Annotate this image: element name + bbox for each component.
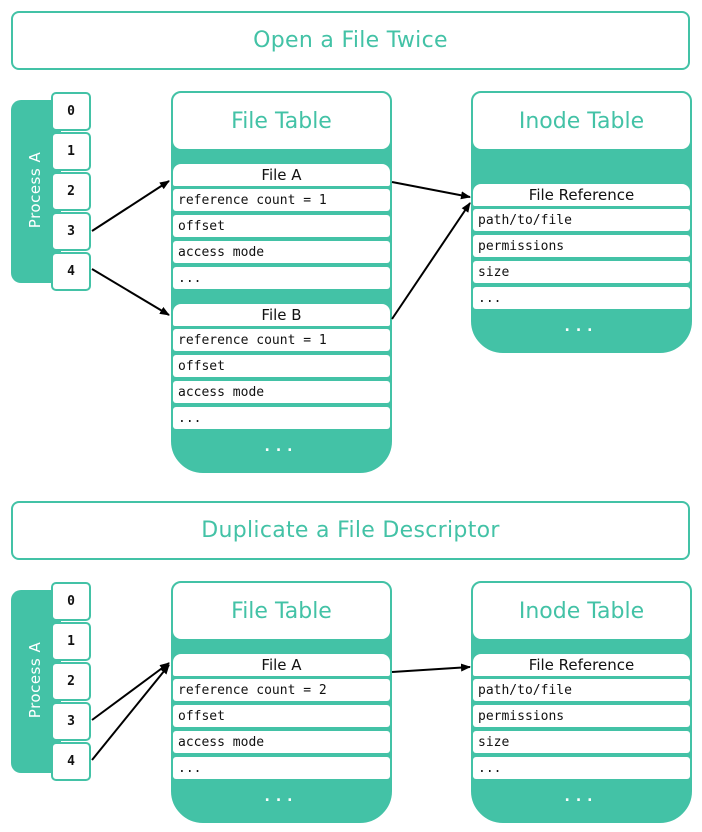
inode-table-more-indicator: ... xyxy=(564,789,599,805)
file-table-panel-1: File Table File A reference count = 1 of… xyxy=(171,91,392,473)
inode-row-permissions: permissions xyxy=(473,235,690,257)
file-table-panel-2: File Table File A reference count = 2 of… xyxy=(171,581,392,823)
inode-row-more: ... xyxy=(473,757,690,779)
file-a-row-more: ... xyxy=(173,267,390,289)
file-b-row-access-mode: access mode xyxy=(173,381,390,403)
fd-3[interactable]: 3 xyxy=(51,212,91,251)
inode-table-title: Inode Table xyxy=(473,583,690,639)
fd-4[interactable]: 4 xyxy=(51,252,91,291)
file-reference-header[interactable]: File Reference xyxy=(473,654,690,676)
inode-table-panel-1: Inode Table File Reference path/to/file … xyxy=(471,91,692,353)
arrow-file-b-to-inode xyxy=(391,202,471,320)
arrow-fd4-to-file-b xyxy=(91,268,170,316)
inode-table-more-indicator: ... xyxy=(564,319,599,335)
arrow-fd3-to-file-a xyxy=(91,180,170,232)
inode-row-permissions: permissions xyxy=(473,705,690,727)
inode-table-panel-2: Inode Table File Reference path/to/file … xyxy=(471,581,692,823)
arrow-fd4-to-file-a xyxy=(91,664,170,761)
inode-row-size: size xyxy=(473,731,690,753)
file-a-row-access-mode: access mode xyxy=(173,731,390,753)
section-title-duplicate-fd: Duplicate a File Descriptor xyxy=(11,501,690,560)
inode-row-path: path/to/file xyxy=(473,209,690,231)
arrow-file-a-to-inode xyxy=(391,663,471,673)
fd-1[interactable]: 1 xyxy=(51,132,91,171)
file-b-row-offset: offset xyxy=(173,355,390,377)
arrow-file-a-to-inode xyxy=(391,181,471,200)
file-b-row-more: ... xyxy=(173,407,390,429)
section-title-open-twice: Open a File Twice xyxy=(11,11,690,70)
fd-3[interactable]: 3 xyxy=(51,702,91,741)
file-reference-header[interactable]: File Reference xyxy=(473,184,690,206)
arrow-fd3-to-file-a xyxy=(91,662,170,721)
fd-0[interactable]: 0 xyxy=(51,92,91,131)
file-table-more-indicator: ... xyxy=(264,439,299,455)
file-a-row-offset: offset xyxy=(173,705,390,727)
fd-1[interactable]: 1 xyxy=(51,622,91,661)
file-b-row-refcount: reference count = 1 xyxy=(173,329,390,351)
file-entry-a-header[interactable]: File A xyxy=(173,164,390,186)
file-a-row-refcount: reference count = 2 xyxy=(173,679,390,701)
inode-row-more: ... xyxy=(473,287,690,309)
process-a-label: Process A xyxy=(26,641,44,719)
file-table-more-indicator: ... xyxy=(264,789,299,805)
file-table-title: File Table xyxy=(173,93,390,149)
file-a-row-offset: offset xyxy=(173,215,390,237)
inode-row-size: size xyxy=(473,261,690,283)
file-a-row-more: ... xyxy=(173,757,390,779)
fd-0[interactable]: 0 xyxy=(51,582,91,621)
fd-4[interactable]: 4 xyxy=(51,742,91,781)
file-a-row-access-mode: access mode xyxy=(173,241,390,263)
file-entry-a-header[interactable]: File A xyxy=(173,654,390,676)
fd-2[interactable]: 2 xyxy=(51,172,91,211)
file-a-row-refcount: reference count = 1 xyxy=(173,189,390,211)
fd-2[interactable]: 2 xyxy=(51,662,91,701)
inode-row-path: path/to/file xyxy=(473,679,690,701)
file-entry-b-header[interactable]: File B xyxy=(173,304,390,326)
file-table-title: File Table xyxy=(173,583,390,639)
process-a-label: Process A xyxy=(26,151,44,229)
inode-table-title: Inode Table xyxy=(473,93,690,149)
